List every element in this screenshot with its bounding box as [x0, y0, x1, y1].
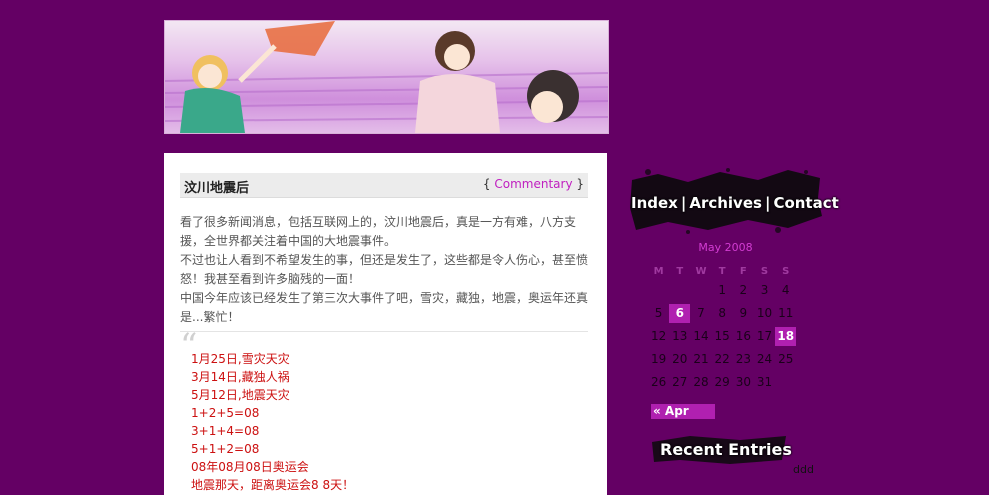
calendar-day: 9	[739, 306, 748, 320]
post-card: 汶川地震后 { Commentary } 看了很多新闻消息，包括互联网上的，汶川…	[164, 153, 607, 495]
recent-entries-title: Recent Entries	[660, 440, 792, 459]
calendar-day: 11	[778, 306, 794, 320]
calendar: May 2008 M T W T F S S 1 2 3 4 5 6 7 8 9 10 11 12 13 14 15 16 1…	[648, 241, 803, 392]
calendar-day: 1	[718, 283, 726, 297]
calendar-day: 12	[650, 329, 667, 343]
post-paragraph: 不过也让人看到不希望发生的事，但还是发生了，这些都是令人伤心，甚至愤怒！我甚至看…	[180, 253, 589, 286]
calendar-day: 8	[718, 306, 726, 320]
nav-separator: |	[764, 194, 771, 212]
calendar-day: 22	[714, 352, 730, 366]
calendar-day: 26	[650, 375, 667, 389]
post-paragraph: 中国今年应该已经发生了第三次大事件了吧，雪灾，藏独，地震，奥运年还真是...繁忙…	[180, 291, 589, 324]
calendar-day: 3	[760, 283, 769, 297]
calendar-weekday-header: W	[695, 266, 707, 277]
quote-line: 5+1+2=08	[191, 442, 260, 456]
calendar-day: 7	[697, 306, 705, 320]
calendar-day: 4	[781, 283, 790, 297]
nav-archives-link[interactable]: Archives	[689, 194, 762, 212]
calendar-grid: M T W T F S S 1 2 3 4 5 6 7 8 9 10 11 12 13 14 15 16 17 18 19 20 21…	[648, 266, 803, 392]
calendar-prev-month-link[interactable]: « Apr	[651, 404, 715, 419]
calendar-empty-cell	[669, 281, 690, 300]
calendar-day: 27	[672, 375, 688, 389]
calendar-day: 24	[756, 352, 773, 366]
calendar-day: 17	[756, 329, 773, 343]
calendar-weekday-header: T	[718, 266, 726, 277]
calendar-empty-cell	[648, 281, 669, 300]
calendar-weekday-header: F	[739, 266, 747, 277]
nav-separator: |	[680, 194, 687, 212]
calendar-weekday-header: T	[676, 266, 684, 277]
quote-line: 1月25日,雪灾天灾	[191, 352, 290, 366]
calendar-day-link[interactable]: 6	[669, 304, 691, 323]
post-title[interactable]: 汶川地震后	[184, 177, 249, 196]
calendar-day: 23	[735, 352, 751, 366]
nav-links: Index | Archives | Contact	[631, 194, 839, 212]
post-paragraph: 看了很多新闻消息，包括互联网上的，汶川地震后，真是一方有难，八方支援，全世界都关…	[180, 215, 577, 248]
calendar-day: 25	[778, 352, 794, 366]
calendar-weekday-header: S	[760, 266, 769, 277]
blockquote: 1月25日,雪灾天灾 3月14日,藏独人祸 5月12日,地震天灾 1+2+5=0…	[191, 350, 571, 494]
post-header: 汶川地震后 { Commentary }	[180, 173, 588, 198]
calendar-empty-cell	[690, 281, 711, 300]
calendar-day: 19	[650, 352, 667, 366]
quote-line: 3月14日,藏独人祸	[191, 370, 290, 384]
nav-index-link[interactable]: Index	[631, 194, 678, 212]
calendar-day: 30	[735, 375, 751, 389]
calendar-day: 14	[693, 329, 709, 343]
calendar-day: 10	[756, 306, 773, 320]
calendar-day: 5	[654, 306, 663, 320]
calendar-day: 31	[756, 375, 773, 389]
calendar-day: 28	[693, 375, 709, 389]
quote-line: 1+2+5=08	[191, 406, 260, 420]
calendar-day: 21	[693, 352, 709, 366]
quote-line: 地震那天，距离奥运会8 8天！	[191, 478, 355, 492]
calendar-weekday-header: S	[782, 266, 790, 277]
calendar-day: 20	[672, 352, 688, 366]
calendar-day: 15	[714, 329, 730, 343]
post-body: 看了很多新闻消息，包括互联网上的，汶川地震后，真是一方有难，八方支援，全世界都关…	[180, 213, 590, 327]
calendar-empty-cell	[775, 373, 796, 392]
calendar-weekday-header: M	[653, 266, 664, 277]
commentary-link[interactable]: Commentary	[494, 177, 572, 191]
recent-entry-link[interactable]: ddd	[793, 463, 814, 476]
comment-brace-close: }	[572, 177, 584, 191]
calendar-caption: May 2008	[698, 241, 753, 254]
calendar-day: 29	[714, 375, 730, 389]
quote-line: 08年08月08日奥运会	[191, 460, 309, 474]
sidebar-nav: Index | Archives | Contact	[628, 168, 839, 234]
nav-contact-link[interactable]: Contact	[773, 194, 838, 212]
header-banner	[164, 20, 609, 134]
calendar-day: 13	[672, 329, 688, 343]
comment-brace-open: {	[482, 177, 495, 191]
calendar-day: 16	[735, 329, 751, 343]
quote-line: 5月12日,地震天灾	[191, 388, 290, 402]
recent-entries-heading: Recent Entries	[650, 434, 792, 464]
comment-wrapper: { Commentary }	[483, 177, 584, 191]
quote-line: 3+1+4=08	[191, 424, 260, 438]
calendar-day: 2	[739, 283, 748, 297]
calendar-day-link[interactable]: 18	[775, 327, 797, 346]
anime-illustration-image	[165, 21, 608, 133]
quote-divider	[180, 331, 588, 332]
